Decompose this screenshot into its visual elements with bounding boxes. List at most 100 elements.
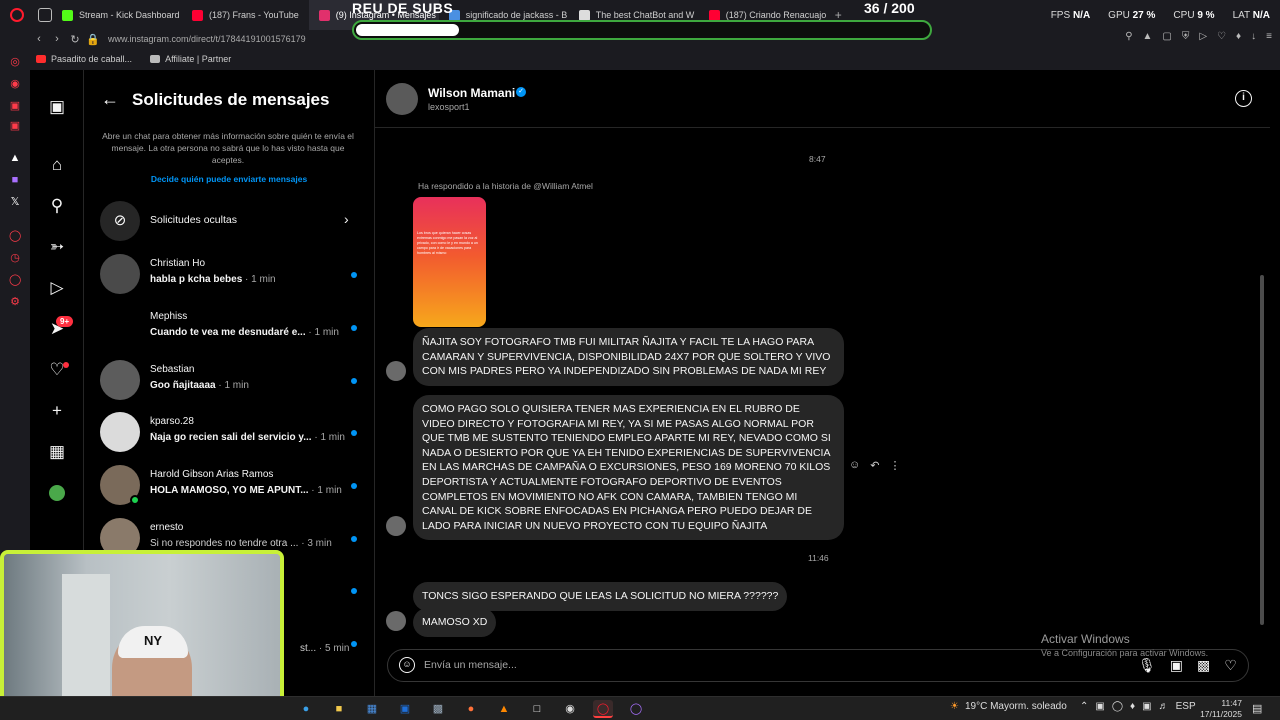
heart-icon[interactable]: ♡	[1224, 657, 1237, 674]
pin-icon[interactable]: ▲	[1143, 31, 1153, 42]
store-icon[interactable]: ▦	[362, 700, 382, 718]
volume-icon[interactable]: ♬	[1159, 701, 1169, 712]
bluetooth-icon[interactable]: ♦	[1130, 701, 1135, 712]
search-icon[interactable]: ⚲	[47, 196, 67, 216]
avatar[interactable]	[386, 361, 406, 381]
timestamp: 11:46	[808, 553, 829, 563]
instagram-sidebar-icon[interactable]: ▣	[9, 120, 21, 132]
tab-youtube-frans[interactable]: (187) Frans - YouTube	[182, 0, 309, 30]
image-icon[interactable]: ▣	[1170, 657, 1183, 674]
message-bubble[interactable]: ÑAJITA SOY FOTOGRAFO TMB FUI MILITAR ÑAJ…	[413, 328, 844, 386]
message-input[interactable]: Envía un mensaje...	[424, 659, 517, 671]
conversation-item[interactable]: kparso.28 Ñaja go recien sali del servic…	[100, 412, 360, 456]
more-icon[interactable]: ⋮	[889, 459, 900, 472]
reply-icon[interactable]: ↶	[870, 459, 879, 472]
notifications-center-icon[interactable]: ▤	[1252, 702, 1262, 715]
story-preview[interactable]: Los bros que quieran hacer cosas extrema…	[413, 197, 486, 327]
explore-icon[interactable]: ➳	[47, 237, 67, 257]
firefox-icon[interactable]: ●	[461, 700, 481, 718]
tray-app-icon[interactable]: ◯	[1112, 701, 1123, 712]
weather-widget[interactable]: ☀ 19°C Mayorm. soleado	[950, 701, 1067, 712]
reels-icon[interactable]: ▷	[47, 278, 67, 298]
avatar[interactable]	[386, 611, 406, 631]
arc-icon[interactable]: ▲	[9, 152, 21, 164]
twitch-icon[interactable]: ■	[9, 174, 21, 186]
webcam-overlay: NY	[0, 550, 284, 720]
obs-icon[interactable]: ◉	[560, 700, 580, 718]
unread-dot	[351, 325, 357, 331]
home-icon[interactable]: ⌂	[47, 155, 67, 175]
tab-kick[interactable]: Stream - Kick Dashboard	[52, 0, 182, 30]
extensions-sidebar-icon[interactable]: ◯	[9, 274, 21, 286]
message-bubble[interactable]: COMO PAGO SOLO QUISIERA TENER MAS EXPERI…	[413, 395, 844, 541]
notification-dot	[63, 362, 69, 368]
conversation-item[interactable]: Mephiss Cuando te vea me desnudaré e... …	[100, 307, 360, 351]
history-icon[interactable]: ◷	[9, 252, 21, 264]
avatar[interactable]	[386, 83, 418, 115]
conversation-item[interactable]: Sebastian Goo ñajitaaaa · 1 min	[100, 360, 360, 404]
create-icon[interactable]: +	[47, 401, 67, 421]
whatsapp-icon[interactable]: ▣	[9, 100, 21, 112]
requests-description: Abre un chat para obtener más informació…	[102, 131, 354, 165]
back-icon[interactable]: ‹	[30, 33, 48, 45]
chevron-up-icon[interactable]: ⌃	[1080, 701, 1088, 712]
tray-app-icon[interactable]: ▣	[1095, 701, 1104, 712]
vlc-icon[interactable]: ▲	[494, 700, 514, 718]
contact-name[interactable]: Wilson Mamani	[428, 86, 515, 100]
forward-icon[interactable]: ›	[48, 33, 66, 45]
tab-overview-icon[interactable]	[38, 8, 52, 22]
opera-logo-icon[interactable]	[10, 8, 24, 22]
unread-dot	[351, 483, 357, 489]
avatar[interactable]	[386, 516, 406, 536]
lat-value: N/A	[1252, 9, 1270, 21]
chat-scrollbar[interactable]	[1260, 275, 1264, 625]
file-explorer-icon[interactable]: ■	[329, 700, 349, 718]
info-icon[interactable]: i	[1235, 90, 1252, 107]
zoom-icon[interactable]: ⚲	[1125, 31, 1132, 42]
snapshot-icon[interactable]: ▢	[1162, 31, 1171, 42]
hidden-requests-row[interactable]: ⊘ Solicitudes ocultas ›	[100, 201, 360, 241]
verified-icon: ✓	[516, 87, 526, 97]
unread-dot	[351, 641, 357, 647]
url-field[interactable]: www.instagram.com/direct/t/1784419100157…	[108, 34, 306, 44]
messenger-icon[interactable]: ◉	[9, 78, 21, 90]
shield-icon[interactable]: ⛨	[1182, 31, 1190, 42]
conversation-item[interactable]: Harold Gibson Arias Ramos HOLA MAMOSO, Y…	[100, 465, 360, 509]
react-icon[interactable]: ☺	[849, 459, 860, 472]
online-indicator	[130, 495, 140, 505]
reload-icon[interactable]: ↻	[66, 33, 84, 46]
back-arrow-icon[interactable]: ←	[101, 89, 119, 110]
edge-icon[interactable]: ●	[296, 700, 316, 718]
app-icon[interactable]: ▩	[428, 700, 448, 718]
clock[interactable]: 11:47 17/11/2025	[1200, 698, 1242, 720]
avatar	[100, 254, 140, 294]
menu-icon[interactable]: ≡	[1266, 31, 1272, 42]
x-icon[interactable]: 𝕏	[9, 196, 21, 208]
notepad-icon[interactable]: □	[527, 700, 547, 718]
bookmark-affiliate[interactable]: Affiliate | Partner	[150, 54, 231, 64]
dashboard-icon[interactable]: ▦	[47, 442, 67, 462]
who-can-message-link[interactable]: Decide quién puede enviarte mensajes	[84, 174, 374, 184]
aria-icon[interactable]: ◎	[9, 56, 21, 68]
heart-icon[interactable]: ♡	[1217, 31, 1226, 42]
message-bubble[interactable]: MAMOSO XD	[413, 608, 497, 637]
emoji-icon[interactable]: ☺	[399, 657, 415, 673]
download-icon[interactable]: ↓	[1251, 31, 1256, 42]
opera-gx-icon[interactable]: ◯	[626, 700, 646, 718]
outlook-icon[interactable]: ▣	[395, 700, 415, 718]
message-bubble[interactable]: TONCS SIGO ESPERANDO QUE LEAS LA SOLICIT…	[413, 582, 788, 611]
network-icon[interactable]: ▣	[1142, 701, 1151, 712]
language-indicator[interactable]: ESP	[1176, 701, 1196, 712]
player-icon[interactable]: ◯	[9, 230, 21, 242]
opera-taskbar-icon[interactable]: ◯	[593, 700, 613, 718]
profile-avatar[interactable]	[49, 485, 65, 501]
play-icon[interactable]: ▷	[1199, 31, 1207, 42]
instagram-logo-icon[interactable]: ▣	[47, 97, 67, 117]
microphone-icon[interactable]: 🎙	[1138, 657, 1156, 674]
youtube-icon	[192, 9, 203, 21]
sticker-icon[interactable]: ▩	[1197, 657, 1210, 674]
extensions-icon[interactable]: ♦	[1236, 31, 1241, 42]
conversation-item[interactable]: Christian Ho habla p kcha bebes · 1 min	[100, 254, 360, 298]
bookmark-pasadito[interactable]: Pasadito de caball...	[36, 54, 132, 64]
settings-icon[interactable]: ⚙	[9, 296, 21, 308]
